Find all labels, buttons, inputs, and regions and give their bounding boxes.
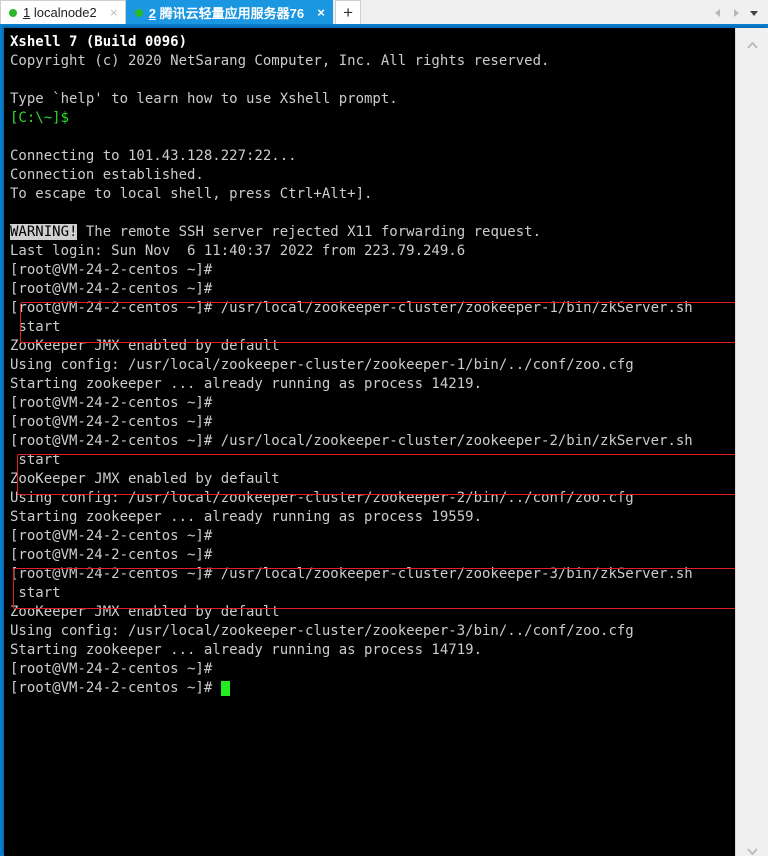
terminal-line: start: [10, 584, 735, 603]
terminal-text: start: [10, 585, 61, 601]
terminal-line: [root@VM-24-2-centos ~]#: [10, 546, 735, 565]
tab-tencent-cloud-server-title: 腾讯云轻量应用服务器76: [159, 6, 305, 21]
terminal-text: start: [10, 319, 61, 335]
terminal-text: Starting zookeeper ... already running a…: [10, 642, 483, 658]
tab-localnode2-title: localnode2: [33, 5, 97, 20]
terminal-text: To escape to local shell, press Ctrl+Alt…: [10, 186, 373, 202]
terminal-line: Xshell 7 (Build 0096): [10, 33, 735, 52]
terminal-text: [root@VM-24-2-centos ~]#: [10, 680, 221, 696]
chevron-down-icon[interactable]: [748, 6, 760, 18]
tab-tencent-cloud-server[interactable]: 2 腾讯云轻量应用服务器76 ×: [125, 0, 334, 24]
tab-localnode2[interactable]: 1 localnode2 ×: [0, 0, 126, 24]
terminal-text: Last login: Sun Nov 6 11:40:37 2022 from…: [10, 243, 466, 259]
terminal-line: [root@VM-24-2-centos ~]#: [10, 413, 735, 432]
terminal-text: [root@VM-24-2-centos ~]# /usr/local/zook…: [10, 566, 693, 582]
terminal-line: [root@VM-24-2-centos ~]#: [10, 527, 735, 546]
terminal-text: ZooKeeper JMX enabled by default: [10, 604, 280, 620]
terminal-text: [root@VM-24-2-centos ~]# /usr/local/zook…: [10, 300, 693, 316]
terminal-text: [root@VM-24-2-centos ~]#: [10, 661, 213, 677]
terminal-line: [C:\~]$: [10, 109, 735, 128]
terminal-line: [root@VM-24-2-centos ~]# /usr/local/zook…: [10, 299, 735, 318]
tab-tencent-cloud-server-label: 2 腾讯云轻量应用服务器76: [149, 3, 304, 22]
terminal-text: Using config: /usr/local/zookeeper-clust…: [10, 623, 634, 639]
terminal-cursor: [220, 681, 230, 696]
terminal-text: Connecting to 101.43.128.227:22...: [10, 148, 297, 164]
terminal-text: [root@VM-24-2-centos ~]#: [10, 528, 213, 544]
xshell-window: 1 localnode2 × 2 腾讯云轻量应用服务器76 × + Xshell…: [0, 0, 768, 856]
chevron-down-icon: [746, 842, 758, 855]
terminal-text: Type `help' to learn how to use Xshell p…: [10, 91, 398, 107]
triangle-right-icon[interactable]: [730, 6, 742, 18]
terminal-line: Copyright (c) 2020 NetSarang Computer, I…: [10, 52, 735, 71]
chevron-up-icon: [746, 36, 758, 49]
tab-bar: 1 localnode2 × 2 腾讯云轻量应用服务器76 × +: [0, 0, 768, 25]
close-icon[interactable]: ×: [107, 6, 121, 19]
terminal-text: ZooKeeper JMX enabled by default: [10, 338, 280, 354]
terminal-text: Copyright (c) 2020 NetSarang Computer, I…: [10, 53, 550, 69]
terminal-text: [root@VM-24-2-centos ~]#: [10, 281, 213, 297]
terminal-text: [C:\~]$: [10, 110, 70, 126]
close-icon[interactable]: ×: [314, 6, 328, 19]
terminal-line: ZooKeeper JMX enabled by default: [10, 337, 735, 356]
terminal-line: Starting zookeeper ... already running a…: [10, 375, 735, 394]
tab-tencent-cloud-server-index: 2: [148, 6, 156, 21]
terminal-line: Using config: /usr/local/zookeeper-clust…: [10, 622, 735, 641]
terminal-line: Starting zookeeper ... already running a…: [10, 508, 735, 527]
scroll-up-button[interactable]: [736, 30, 768, 49]
terminal-text: ZooKeeper JMX enabled by default: [10, 471, 280, 487]
terminal-output[interactable]: Xshell 7 (Build 0096) Copyright (c) 2020 …: [4, 28, 735, 856]
terminal-text: [root@VM-24-2-centos ~]# /usr/local/zook…: [10, 433, 693, 449]
terminal-window-frame: Xshell 7 (Build 0096) Copyright (c) 2020 …: [0, 24, 768, 856]
terminal-line: ZooKeeper JMX enabled by default: [10, 470, 735, 489]
connected-dot-icon: [9, 8, 17, 17]
terminal-line: Starting zookeeper ... already running a…: [10, 641, 735, 660]
terminal-text: Xshell 7 (Build 0096): [10, 34, 188, 50]
terminal-line: start: [10, 451, 735, 470]
terminal-line: Using config: /usr/local/zookeeper-clust…: [10, 489, 735, 508]
terminal-line: [root@VM-24-2-centos ~]#: [10, 394, 735, 413]
terminal-text: start: [10, 452, 61, 468]
terminal-text: [root@VM-24-2-centos ~]#: [10, 414, 213, 430]
terminal-text: Connection established.: [10, 167, 204, 183]
terminal-scrollbar[interactable]: [735, 28, 768, 856]
terminal-text: Starting zookeeper ... already running a…: [10, 509, 483, 525]
terminal-text: WARNING!: [10, 224, 78, 240]
tab-bar-controls: [712, 0, 768, 24]
triangle-left-icon[interactable]: [712, 6, 724, 18]
terminal-line: To escape to local shell, press Ctrl+Alt…: [10, 185, 735, 204]
terminal-line: Connection established.: [10, 166, 735, 185]
terminal-text: Using config: /usr/local/zookeeper-clust…: [10, 490, 634, 506]
terminal-text: The remote SSH server rejected X11 forwa…: [77, 224, 542, 240]
terminal-line: start: [10, 318, 735, 337]
scroll-down-button[interactable]: [736, 836, 768, 855]
new-tab-button[interactable]: +: [335, 0, 362, 24]
terminal-text: Using config: /usr/local/zookeeper-clust…: [10, 357, 634, 373]
terminal-line: ZooKeeper JMX enabled by default: [10, 603, 735, 622]
tab-localnode2-label: 1 localnode2: [23, 5, 97, 20]
terminal-line: [root@VM-24-2-centos ~]#: [10, 280, 735, 299]
terminal-text: Starting zookeeper ... already running a…: [10, 376, 483, 392]
terminal-line: [root@VM-24-2-centos ~]# /usr/local/zook…: [10, 565, 735, 584]
terminal-line: [root@VM-24-2-centos ~]#: [10, 660, 735, 679]
terminal-line: [root@VM-24-2-centos ~]# /usr/local/zook…: [10, 432, 735, 451]
terminal-line: WARNING! The remote SSH server rejected …: [10, 223, 735, 242]
terminal-text: [root@VM-24-2-centos ~]#: [10, 547, 213, 563]
terminal-line: Type `help' to learn how to use Xshell p…: [10, 90, 735, 109]
terminal-line: [root@VM-24-2-centos ~]#: [10, 679, 735, 698]
connected-dot-icon: [134, 8, 143, 17]
terminal-text: [root@VM-24-2-centos ~]#: [10, 395, 213, 411]
terminal-text: [root@VM-24-2-centos ~]#: [10, 262, 213, 278]
terminal-line: Last login: Sun Nov 6 11:40:37 2022 from…: [10, 242, 735, 261]
terminal-inner: Xshell 7 (Build 0096) Copyright (c) 2020 …: [4, 28, 768, 856]
tab-localnode2-index: 1: [23, 5, 31, 20]
terminal-line: [root@VM-24-2-centos ~]#: [10, 261, 735, 280]
terminal-line: Connecting to 101.43.128.227:22...: [10, 147, 735, 166]
terminal-line: Using config: /usr/local/zookeeper-clust…: [10, 356, 735, 375]
